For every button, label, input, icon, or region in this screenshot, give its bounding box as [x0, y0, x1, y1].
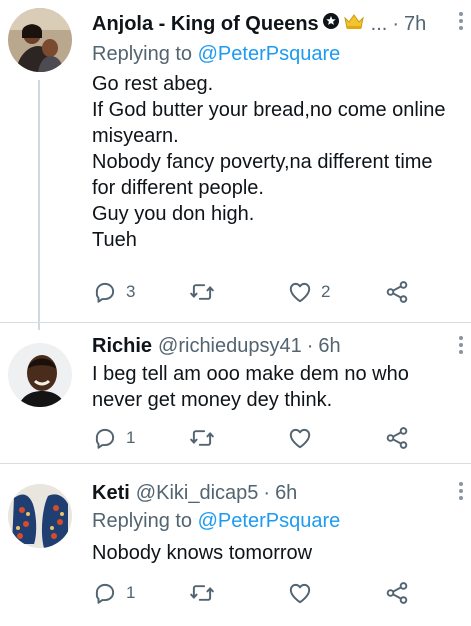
- reply-count: 1: [126, 583, 136, 602]
- text-line: Nobody fancy poverty,na different time: [92, 151, 433, 173]
- share-icon: [384, 279, 410, 305]
- handle[interactable]: @richiedupsy41: [158, 335, 302, 358]
- share-button[interactable]: [384, 578, 410, 608]
- tweet-text: Go rest abeg. If God butter your bread,n…: [92, 71, 461, 253]
- reply-icon: [92, 279, 118, 305]
- text-line: Guy you don high.: [92, 203, 255, 225]
- avatar[interactable]: [8, 8, 72, 72]
- like-button[interactable]: [287, 423, 321, 453]
- replying-to-label: Replying to: [92, 510, 198, 532]
- text-line: I beg tell am ooo make dem no who: [92, 363, 409, 385]
- replying-to: Replying to @PeterPsquare: [92, 510, 340, 533]
- text-line: If God butter your bread,no come online: [92, 99, 446, 121]
- tweet-header: Anjola - King of Queens ... · 7h: [92, 10, 461, 38]
- tweet-header: Keti @Kiki_dicap5 · 6h: [92, 479, 461, 507]
- reply-icon: [92, 580, 118, 606]
- tweet-text: Nobody knows tomorrow: [92, 540, 461, 566]
- mention-link[interactable]: @PeterPsquare: [198, 43, 341, 65]
- mention-link[interactable]: @PeterPsquare: [198, 510, 341, 532]
- timestamp[interactable]: 7h: [404, 13, 426, 36]
- thread-line: [38, 80, 40, 330]
- timestamp[interactable]: 6h: [275, 482, 297, 505]
- tweet-keti[interactable]: Keti @Kiki_dicap5 · 6h Replying to @Pete…: [0, 463, 471, 626]
- action-bar: 3 2: [92, 277, 422, 307]
- avatar[interactable]: [8, 343, 72, 407]
- more-icon[interactable]: [459, 482, 465, 503]
- like-count: 2: [321, 282, 331, 301]
- reply-icon: [92, 425, 118, 451]
- text-line: misyearn.: [92, 125, 179, 147]
- handle: ...: [370, 12, 388, 35]
- share-icon: [384, 580, 410, 606]
- share-button[interactable]: [384, 423, 410, 453]
- text-line: Nobody knows tomorrow: [92, 542, 313, 564]
- reply-button[interactable]: 1: [92, 423, 135, 453]
- share-icon: [384, 425, 410, 451]
- action-bar: 1: [92, 578, 422, 608]
- display-name[interactable]: Anjola - King of Queens: [92, 13, 319, 36]
- crown-icon: [343, 12, 365, 36]
- timestamp[interactable]: 6h: [318, 335, 340, 358]
- retweet-button[interactable]: [189, 578, 223, 608]
- like-button[interactable]: [287, 578, 321, 608]
- text-line: never get money dey think.: [92, 389, 333, 411]
- reply-count: 1: [126, 428, 136, 447]
- like-icon: [287, 279, 313, 305]
- replying-to: Replying to @PeterPsquare: [92, 43, 340, 66]
- retweet-button[interactable]: [189, 277, 223, 307]
- separator: ·: [392, 12, 400, 35]
- replying-to-label: Replying to: [92, 43, 198, 65]
- retweet-button[interactable]: [189, 423, 223, 453]
- reply-button[interactable]: 1: [92, 578, 135, 608]
- display-name[interactable]: Keti: [92, 482, 130, 505]
- tweet-anjola[interactable]: Anjola - King of Queens ... · 7h Replyin…: [0, 0, 471, 330]
- action-bar: 1: [92, 423, 422, 453]
- avatar[interactable]: [8, 484, 72, 548]
- retweet-icon: [189, 425, 215, 451]
- retweet-icon: [189, 580, 215, 606]
- tweet-header: Richie @richiedupsy41 · 6h: [92, 332, 461, 360]
- like-icon: [287, 580, 313, 606]
- more-icon[interactable]: [459, 336, 465, 357]
- like-button[interactable]: 2: [287, 277, 330, 307]
- text-line: for different people.: [92, 177, 264, 199]
- tweet-text: I beg tell am ooo make dem no who never …: [92, 361, 461, 413]
- reply-count: 3: [126, 282, 136, 301]
- more-icon[interactable]: [459, 12, 465, 33]
- separator: ·: [306, 334, 314, 357]
- tweet-richie[interactable]: Richie @richiedupsy41 · 6h I beg tell am…: [0, 322, 471, 463]
- display-name[interactable]: Richie: [92, 335, 152, 358]
- share-button[interactable]: [384, 277, 410, 307]
- handle[interactable]: @Kiki_dicap5: [136, 482, 259, 505]
- text-line: Tueh: [92, 229, 137, 251]
- like-icon: [287, 425, 313, 451]
- separator: ·: [263, 481, 271, 504]
- reply-button[interactable]: 3: [92, 277, 135, 307]
- retweet-icon: [189, 279, 215, 305]
- text-line: Go rest abeg.: [92, 73, 214, 95]
- badge-icon: [322, 12, 340, 36]
